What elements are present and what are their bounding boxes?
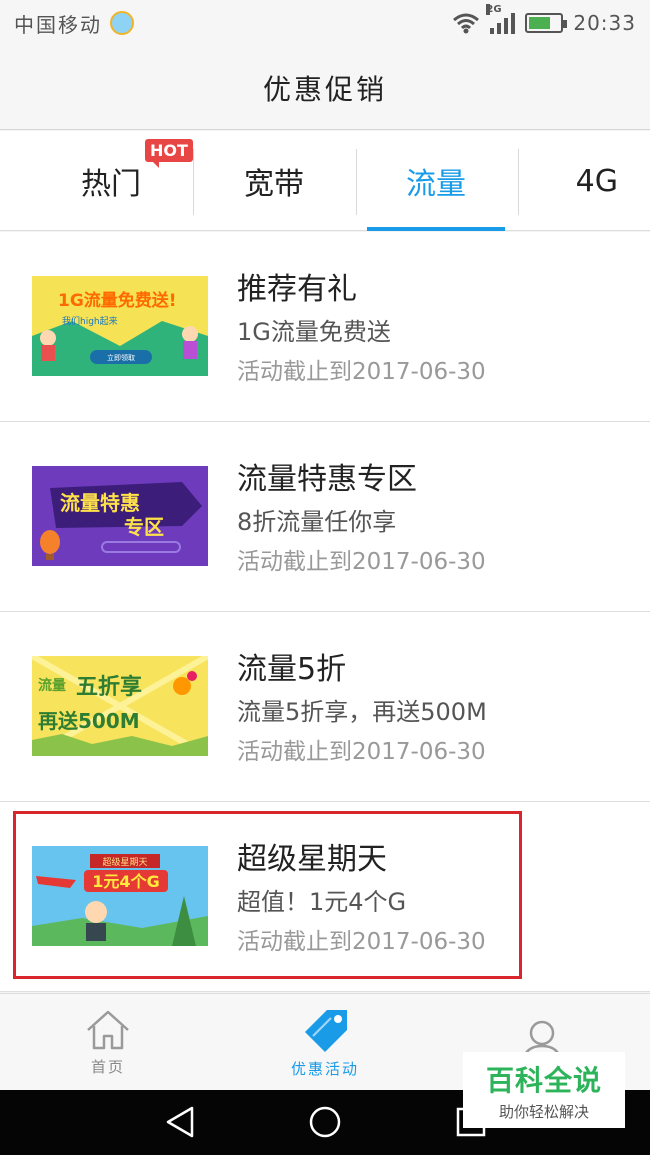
watermark-title: 百科全说	[485, 1063, 602, 1097]
promo-date: 活动截止到2017-06-30	[237, 549, 486, 575]
tab-4g[interactable]: 4G	[518, 131, 650, 231]
carrier-name: 中国移动	[14, 12, 102, 37]
promo-item-data-special[interactable]: 流量特惠 专区 流量特惠专区 8折流量任你享 活动截止到2017-06-30	[0, 422, 650, 612]
promo-list: 1G流量免费送! 我们high起来 立即领取 推荐有礼 1G流量免费送 活动截止…	[0, 232, 650, 992]
tag-icon	[305, 1010, 347, 1052]
promo-item-referral[interactable]: 1G流量免费送! 我们high起来 立即领取 推荐有礼 1G流量免费送 活动截止…	[0, 232, 650, 422]
tab-label: 热门	[81, 167, 141, 202]
banner-text: 流量	[38, 677, 66, 694]
status-bar: 中国移动 2G 20:33	[0, 0, 650, 46]
promo-item-super-sunday[interactable]: 超级星期天 1元4个G 超级星期天 超值！1元4个G 活动截止到2017-06-…	[0, 802, 650, 992]
bottom-tab-promotions[interactable]: 优惠活动	[217, 994, 433, 1091]
promo-subtitle: 1G流量免费送	[237, 318, 391, 346]
signal-icon: 2G	[486, 4, 516, 34]
bottom-tab-label: 优惠活动	[290, 1060, 359, 1078]
banner-text: 五折享	[76, 674, 142, 700]
notification-icon	[110, 11, 134, 35]
highlight-box	[13, 811, 522, 979]
hot-badge: HOT	[145, 139, 193, 168]
back-icon[interactable]	[162, 1104, 198, 1140]
tab-label: 宽带	[244, 167, 304, 202]
tab-broadband[interactable]: 宽带	[193, 131, 355, 231]
watermark-logo: 百科全说 助你轻松解决	[463, 1052, 625, 1128]
banner-text: 1G流量免费送!	[58, 290, 177, 311]
bottom-tab-home[interactable]: 首页	[0, 994, 216, 1091]
clock: 20:33	[573, 11, 636, 35]
home-icon	[87, 1010, 129, 1050]
promo-banner-image: 流量特惠 专区	[32, 466, 208, 566]
promo-title: 推荐有礼	[237, 272, 357, 307]
tab-label: 流量	[406, 167, 466, 202]
banner-text: 专区	[124, 515, 164, 539]
banner-text: 我们high起来	[62, 315, 118, 327]
tab-data-traffic[interactable]: 流量	[355, 131, 517, 231]
promo-banner-image: 流量 五折享 再送500M	[32, 656, 208, 756]
promo-title: 流量特惠专区	[237, 462, 417, 497]
promo-date: 活动截止到2017-06-30	[237, 359, 486, 385]
promo-subtitle: 流量5折享，再送500M	[237, 698, 487, 726]
network-type: 2G	[486, 4, 502, 15]
banner-text: 立即领取	[107, 353, 135, 362]
banner-text: 流量特惠	[60, 491, 140, 515]
page-title: 优惠促销	[262, 72, 387, 106]
wifi-icon	[453, 13, 480, 34]
bottom-tab-label: 首页	[90, 1058, 125, 1076]
promo-item-half-price[interactable]: 流量 五折享 再送500M 流量5折 流量5折享，再送500M 活动截止到201…	[0, 612, 650, 802]
battery-icon	[525, 13, 568, 33]
promo-banner-image: 1G流量免费送! 我们high起来 立即领取	[32, 276, 208, 376]
tab-label: 4G	[575, 163, 618, 199]
promo-date: 活动截止到2017-06-30	[237, 739, 486, 765]
title-bar: 优惠促销	[0, 46, 650, 130]
watermark-subtitle: 助你轻松解决	[498, 1102, 589, 1121]
banner-text: 再送500M	[38, 709, 140, 733]
promo-subtitle: 8折流量任你享	[237, 508, 397, 536]
promo-title: 流量5折	[237, 652, 347, 687]
category-tabs: 热门 HOT 宽带 流量 4G	[0, 131, 650, 231]
home-button-icon[interactable]	[307, 1104, 343, 1140]
